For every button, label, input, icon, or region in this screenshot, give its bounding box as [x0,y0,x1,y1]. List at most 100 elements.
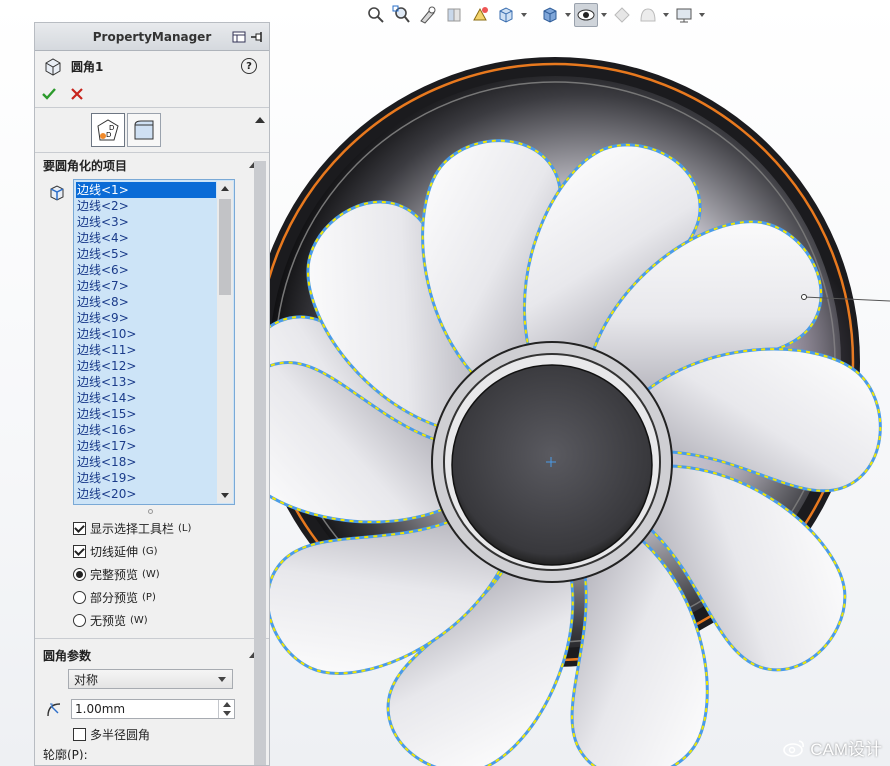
edge-list-item[interactable]: 边线<18> [76,454,216,470]
edge-list-item[interactable]: 边线<19> [76,470,216,486]
edge-selection-list[interactable]: 边线<1> 边线<2> 边线<3> 边线<4> 边线<5> 边线<6> 边线<7> 边线<8>… [73,179,235,505]
weibo-icon [783,739,805,757]
heads-up-view-toolbar [364,2,706,28]
pin-layout-icon[interactable] [231,29,247,45]
edge-list-item[interactable]: 边线<17> [76,438,216,454]
view-settings-dropdown[interactable] [698,3,706,27]
no-preview-shortcut: (W) [130,615,148,626]
edge-rows: 边线<1> 边线<2> 边线<3> 边线<4> 边线<5> 边线<6> 边线<7> 边线<8>… [76,182,216,502]
svg-text:D: D [106,131,111,139]
profile-label: 轮廓(P): [43,748,88,760]
show-toolbar-option[interactable]: 显示选择工具栏 (L) [35,517,269,540]
fillet-type-select[interactable]: 对称 [68,669,233,689]
panel-scroll-up-arrow[interactable] [255,117,265,123]
dynamic-annotation-icon[interactable] [468,3,492,27]
full-preview-shortcut: (W) [142,569,160,580]
full-preview-option[interactable]: 完整预览 (W) [35,563,269,586]
edge-list-scroll-thumb[interactable] [219,199,231,295]
edge-list-scroll-down[interactable] [221,493,229,498]
fillet-type-value: 对称 [74,672,99,687]
partial-preview-label: 部分预览 [90,591,139,605]
show-toolbar-shortcut: (L) [178,523,192,534]
full-preview-radio[interactable] [73,568,86,581]
edit-appearance-icon[interactable] [610,3,634,27]
ok-check-icon[interactable] [41,86,57,102]
partial-preview-radio[interactable] [73,591,86,604]
partial-preview-option[interactable]: 部分预览 (P) [35,586,269,609]
edge-list-item[interactable]: 边线<2> [76,198,216,214]
edge-list-item[interactable]: 边线<20> [76,486,216,502]
view-settings-icon[interactable] [672,3,696,27]
edge-list-item[interactable]: 边线<6> [76,262,216,278]
edge-list-item[interactable]: 边线<15> [76,406,216,422]
edge-list-scroll-up[interactable] [221,186,229,191]
feature-title-row: 圆角1 ? [35,51,269,81]
no-preview-radio[interactable] [73,614,86,627]
edge-list-item[interactable]: 边线<11> [76,342,216,358]
callout-point [801,294,807,300]
multi-radius-option[interactable]: 多半径圆角 [35,723,269,746]
radius-icon [47,703,61,717]
cancel-x-icon[interactable] [69,86,85,102]
fillet-xpert-button[interactable] [127,113,161,147]
view-orientation-icon[interactable] [494,3,518,27]
edge-list-item[interactable]: 边线<14> [76,390,216,406]
tangent-propagation-label: 切线延伸 [90,545,139,559]
tangent-propagation-checkbox[interactable] [73,545,86,558]
ok-cancel-row [35,81,269,107]
options-divider [35,638,269,639]
help-icon[interactable]: ? [241,58,257,74]
edge-list-item[interactable]: 边线<3> [76,214,216,230]
fillet-params-header[interactable]: 圆角参数 [35,643,269,667]
fillet-xpert-icon [134,120,154,140]
edge-list-item[interactable]: 边线<12> [76,358,216,374]
hide-show-dropdown[interactable] [600,3,608,27]
items-section-title: 要圆角化的项目 [43,158,128,173]
edge-list-item[interactable]: 边线<5> [76,246,216,262]
zoom-area-icon[interactable] [390,3,414,27]
fillet-feature-icon [45,58,61,76]
edge-list-item[interactable]: 边线<1> [76,182,216,198]
multi-radius-label: 多半径圆角 [90,728,151,742]
radius-spinner[interactable] [218,700,234,718]
edge-list-item[interactable]: 边线<8> [76,294,216,310]
edge-list-item[interactable]: 边线<4> [76,230,216,246]
manual-fillet-icon: DD [97,119,119,141]
edge-list-item[interactable]: 边线<7> [76,278,216,294]
edge-list-scrollbar[interactable] [217,181,233,503]
property-manager-title: PropertyManager [92,29,212,44]
show-toolbar-checkbox[interactable] [73,522,86,535]
edge-list-item[interactable]: 边线<10> [76,326,216,342]
no-preview-option[interactable]: 无预览 (W) [35,609,269,632]
display-style-dropdown[interactable] [564,3,572,27]
edge-list-item[interactable]: 边线<16> [76,422,216,438]
hide-show-icon[interactable] [574,3,598,27]
property-manager-header: PropertyManager [35,23,269,51]
radius-row: 1.00mm [35,695,269,723]
manual-mode-button[interactable]: DD [91,113,125,147]
display-style-icon[interactable] [538,3,562,27]
edge-list-item[interactable]: 边线<13> [76,374,216,390]
fillet-mode-buttons: DD [35,108,269,152]
section-view-icon[interactable] [442,3,466,27]
radius-input[interactable]: 1.00mm [71,699,235,719]
apply-scene-dropdown[interactable] [662,3,670,27]
previous-view-icon[interactable] [416,3,440,27]
radius-value: 1.00mm [75,702,126,716]
zoom-to-fit-icon[interactable] [364,3,388,27]
multi-radius-checkbox[interactable] [73,728,86,741]
watermark: CAM设计 [782,735,882,760]
tangent-propagation-shortcut: (G) [142,546,158,557]
partial-preview-shortcut: (P) [142,592,156,603]
tangent-propagation-option[interactable]: 切线延伸 (G) [35,540,269,563]
watermark-text: CAM设计 [810,740,882,759]
items-section-header[interactable]: 要圆角化的项目 [35,153,269,177]
apply-scene-icon[interactable] [636,3,660,27]
edge-list-item[interactable]: 边线<9> [76,310,216,326]
show-toolbar-label: 显示选择工具栏 [90,522,175,536]
no-preview-label: 无预览 [90,614,127,628]
property-manager-panel: PropertyManager 圆角1 ? DD 要圆角化的项目 边线<1> 边… [34,22,270,766]
pushpin-icon[interactable] [249,29,265,45]
list-resize-handle[interactable] [35,509,269,517]
view-orientation-dropdown[interactable] [520,3,528,27]
